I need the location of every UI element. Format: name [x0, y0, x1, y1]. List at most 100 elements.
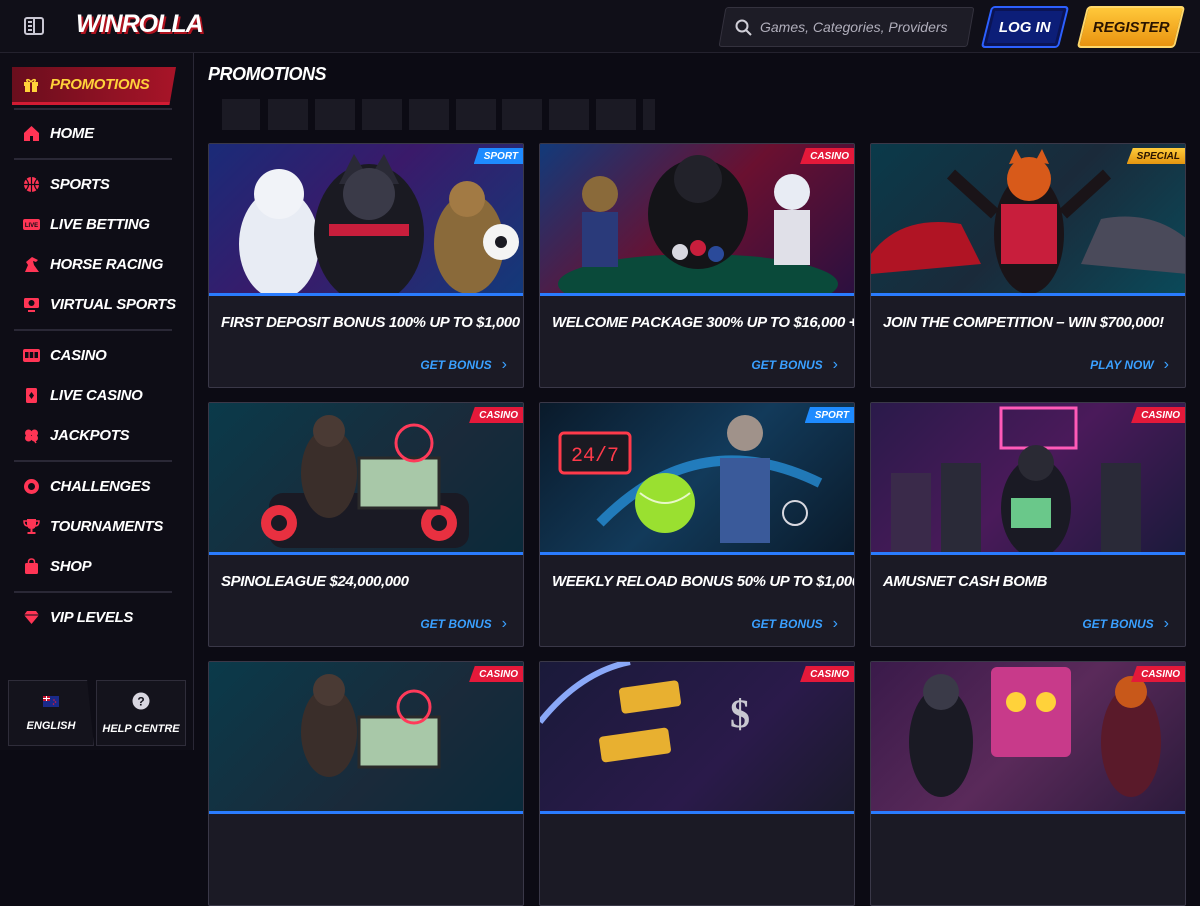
promo-title: WEEKLY RELOAD BONUS 50% UP TO $1,000 — [552, 573, 855, 590]
promo-card[interactable]: CASINO — [208, 661, 524, 906]
search-box[interactable] — [718, 7, 975, 47]
language-selector[interactable]: ENGLISH — [8, 680, 94, 746]
promo-image: SPECIAL — [871, 144, 1185, 296]
search-input[interactable] — [760, 19, 960, 35]
filter-chip-placeholder[interactable] — [549, 99, 589, 130]
filter-chip-placeholder[interactable] — [268, 99, 308, 130]
promo-title: JOIN THE COMPETITION – WIN $700,000! — [883, 314, 1164, 331]
page-title: PROMOTIONS — [208, 64, 327, 84]
filter-chip-placeholder[interactable] — [596, 99, 636, 130]
promo-cta-label: GET BONUS — [751, 617, 823, 631]
sidebar-item-challenges[interactable]: CHALLENGES — [12, 467, 176, 505]
sidebar-item-label: JACKPOTS — [50, 426, 130, 444]
promo-title: SPINOLEAGUE $24,000,000 — [221, 573, 409, 590]
promo-title: WELCOME PACKAGE 300% UP TO $16,000 + 300… — [552, 314, 854, 331]
promo-image: SPORT — [209, 144, 523, 296]
filter-chip-placeholder[interactable] — [409, 99, 449, 130]
promo-image: 24/7 SPORT — [540, 403, 854, 555]
badge-icon — [22, 477, 40, 495]
promo-badge: CASINO — [800, 148, 854, 164]
sidebar-item-label: SHOP — [50, 557, 92, 575]
register-label: REGISTER — [1092, 18, 1170, 36]
divider — [14, 158, 172, 160]
sidebar-item-label: HOME — [50, 124, 94, 142]
sidebar-item-live-casino[interactable]: LIVE CASINO — [12, 376, 176, 414]
live-icon: LIVE — [22, 215, 40, 233]
svg-text:$: $ — [730, 691, 750, 736]
promo-card[interactable]: SPECIAL JOIN THE COMPETITION – WIN $700,… — [870, 143, 1186, 388]
promo-title: FIRST DEPOSIT BONUS 100% UP TO $1,000 — [221, 314, 520, 331]
help-centre-label: HELP CENTRE — [102, 722, 180, 735]
promo-image: $ CASINO — [540, 662, 854, 814]
top-bar: WINROLLA LOG IN REGISTER — [0, 0, 1200, 53]
sidebar-item-label: LIVE BETTING — [50, 215, 150, 233]
winrolla-logo[interactable]: WINROLLA — [76, 10, 204, 44]
promo-cta-label: GET BONUS — [751, 358, 823, 372]
trophy-icon — [22, 517, 40, 535]
svg-text:LIVE: LIVE — [24, 223, 37, 229]
filter-chip-placeholder[interactable] — [315, 99, 355, 130]
sidebar-item-label: HORSE RACING — [50, 255, 164, 273]
language-label: ENGLISH — [26, 720, 76, 732]
monitor-icon — [22, 295, 40, 313]
sidebar-item-vip-levels[interactable]: VIP LEVELS — [12, 598, 176, 636]
promo-badge: SPECIAL — [1126, 148, 1185, 164]
sidebar-item-tournaments[interactable]: TOURNAMENTS — [12, 507, 176, 545]
help-centre-button[interactable]: ? HELP CENTRE — [96, 680, 186, 746]
promo-badge: CASINO — [800, 666, 854, 682]
promo-card[interactable]: CASINO WELCOME PACKAGE 300% UP TO $16,00… — [539, 143, 855, 388]
promo-card[interactable]: SPORT FIRST DEPOSIT BONUS 100% UP TO $1,… — [208, 143, 524, 388]
promo-card[interactable]: $ CASINO — [539, 661, 855, 906]
sidebar-item-jackpots[interactable]: JACKPOTS — [12, 416, 176, 454]
promo-card[interactable]: CASINO SPINOLEAGUE $24,000,000 GET BONUS… — [208, 402, 524, 647]
divider — [14, 329, 172, 331]
promo-cta-button[interactable]: GET BONUS › — [751, 356, 838, 374]
promo-cta-label: PLAY NOW — [1090, 358, 1154, 372]
horse-icon — [22, 255, 40, 273]
chevron-right-icon: › — [501, 356, 507, 373]
sidebar-footer: ENGLISH ? HELP CENTRE — [8, 680, 186, 746]
promo-title: AMUSNET CASH BOMB — [883, 573, 1048, 590]
promo-cta-button[interactable]: GET BONUS › — [1082, 615, 1169, 633]
sidebar-item-label: VIRTUAL SPORTS — [50, 295, 176, 313]
promo-badge: CASINO — [1131, 407, 1185, 423]
chevron-right-icon: › — [832, 356, 838, 373]
sidebar-item-horse-racing[interactable]: HORSE RACING — [12, 245, 176, 283]
gift-icon — [22, 76, 40, 94]
sidebar-item-casino[interactable]: CASINO — [12, 336, 176, 374]
filter-chip-placeholder[interactable] — [502, 99, 542, 130]
filter-chip-placeholder[interactable] — [456, 99, 496, 130]
promo-cta-button[interactable]: GET BONUS › — [751, 615, 838, 633]
sidebar-toggle-icon[interactable] — [23, 15, 45, 37]
svg-text:?: ? — [137, 694, 144, 708]
register-button[interactable]: REGISTER — [1076, 6, 1186, 48]
sidebar-item-label: SPORTS — [50, 175, 110, 193]
search-icon — [735, 19, 752, 36]
clover-icon — [22, 426, 40, 444]
promo-card[interactable]: 24/7 SPORT WEEKLY RELOAD BONUS 50% UP TO… — [539, 402, 855, 647]
promo-cta-button[interactable]: PLAY NOW › — [1090, 356, 1169, 374]
promo-cta-button[interactable]: GET BONUS › — [420, 356, 507, 374]
sidebar-item-virtual-sports[interactable]: VIRTUAL SPORTS — [12, 285, 176, 323]
filter-chip-placeholder[interactable] — [643, 99, 655, 130]
login-button[interactable]: LOG IN — [980, 6, 1070, 48]
sidebar-item-label: PROMOTIONS — [50, 76, 150, 93]
sidebar-item-home[interactable]: HOME — [12, 114, 176, 152]
sidebar-item-label: CHALLENGES — [50, 477, 151, 495]
promo-card[interactable]: CASINO — [870, 661, 1186, 906]
basketball-icon — [22, 175, 40, 193]
nz-flag-icon — [43, 694, 59, 712]
filter-chip-placeholder[interactable] — [362, 99, 402, 130]
chevron-right-icon: › — [501, 615, 507, 632]
promo-cta-label: GET BONUS — [1082, 617, 1154, 631]
filter-chip-placeholder[interactable] — [222, 99, 260, 130]
sidebar: PROMOTIONS HOME SPORTS LIVE LIVE BETTING… — [0, 53, 194, 750]
sidebar-item-promotions[interactable]: PROMOTIONS — [12, 67, 176, 105]
promo-card[interactable]: CASINO AMUSNET CASH BOMB GET BONUS › — [870, 402, 1186, 647]
svg-text:24/7: 24/7 — [571, 445, 619, 468]
sidebar-item-shop[interactable]: SHOP — [12, 547, 176, 585]
help-icon: ? — [132, 692, 150, 715]
promo-cta-button[interactable]: GET BONUS › — [420, 615, 507, 633]
sidebar-item-live-betting[interactable]: LIVE LIVE BETTING — [12, 205, 176, 243]
sidebar-item-sports[interactable]: SPORTS — [12, 165, 176, 203]
